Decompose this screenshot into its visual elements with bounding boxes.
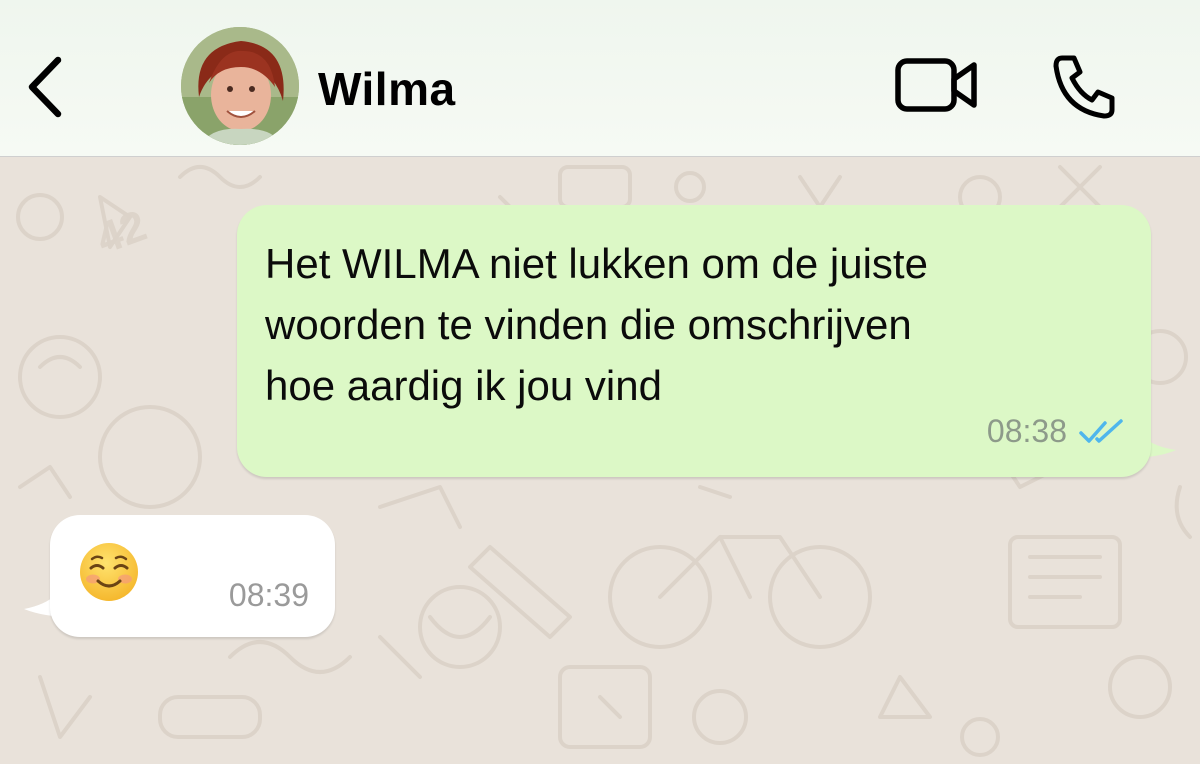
outgoing-message-bubble[interactable]: Het WILMA niet lukken om de juiste woord…: [237, 205, 1151, 477]
message-time: 08:38: [986, 413, 1067, 449]
phone-icon: [1053, 55, 1115, 119]
message-text[interactable]: Het WILMA niet lukken om de juiste woord…: [265, 233, 1115, 416]
svg-text:42: 42: [90, 201, 153, 264]
smiling-face-icon[interactable]: ☺️: [78, 541, 140, 603]
message-time: 08:39: [228, 577, 309, 613]
chat-screen: 42 Wilma Het WILMA niet lukken om de jui…: [0, 0, 1200, 764]
double-check-icon: [1079, 418, 1123, 443]
contact-avatar[interactable]: [181, 27, 299, 145]
avatar-portrait: [181, 27, 299, 145]
voice-call-button[interactable]: [1048, 50, 1120, 122]
message-meta: 08:38: [987, 413, 1125, 450]
video-call-button[interactable]: [892, 55, 980, 115]
video-camera-icon: [895, 58, 977, 112]
contact-name[interactable]: Wilma: [318, 62, 456, 116]
chevron-left-icon: [28, 56, 62, 118]
incoming-message-bubble[interactable]: ☺️ 08:39: [50, 515, 335, 637]
chat-header: Wilma: [0, 0, 1200, 157]
back-button[interactable]: [22, 52, 70, 122]
